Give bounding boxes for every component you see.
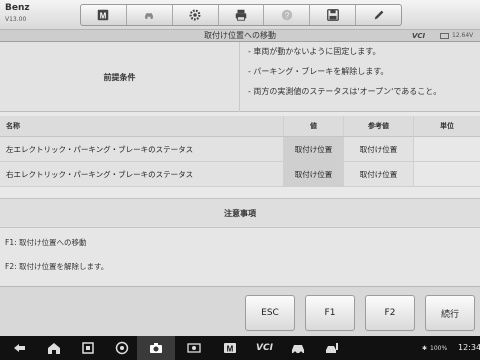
precondition-item: - 車両が動かないように固定します。 (248, 47, 381, 56)
swap-vehicle-button[interactable] (127, 5, 173, 25)
bluetooth-icon: ✱ (422, 344, 428, 352)
screenshot-button[interactable] (148, 340, 164, 356)
battery-status: 100% (430, 344, 448, 352)
row-value: 取付け位置 (284, 137, 344, 161)
table-row[interactable]: 右エレクトリック・パーキング・ブレーキのステータス 取付け位置 取付け位置 (0, 162, 480, 187)
car-service-icon (326, 343, 338, 353)
column-header-reference: 参考値 (344, 116, 414, 136)
preconditions-list: - 車両が動かないように固定します。 - パーキング・ブレーキを解除します。 -… (248, 47, 480, 107)
printer-icon (235, 9, 247, 21)
action-bar: ESC F1 F2 続行 (0, 286, 480, 336)
row-reference: 取付け位置 (344, 162, 414, 186)
house-icon (48, 343, 60, 354)
live-data-table: 名称 値 参考値 単位 左エレクトリック・パーキング・ブレーキのステータス 取付… (0, 116, 480, 187)
esc-button[interactable]: ESC (245, 295, 295, 331)
continue-button[interactable]: 続行 (425, 295, 475, 331)
row-unit (414, 162, 480, 186)
row-unit (414, 137, 480, 161)
camera-icon (150, 343, 162, 353)
vehicle-nav-button[interactable] (290, 340, 306, 356)
screen-record-button[interactable] (186, 340, 202, 356)
svg-text:?: ? (285, 11, 290, 20)
precondition-item: - 両方の実測値のステータスは'オープン'であること。 (248, 87, 442, 96)
edit-button[interactable] (356, 5, 401, 25)
row-value: 取付け位置 (284, 162, 344, 186)
recent-apps-icon (82, 342, 94, 354)
car-icon (292, 345, 304, 355)
toolbar: M ? (80, 4, 402, 26)
back-icon (14, 344, 25, 352)
maxisys-home-button[interactable]: M (222, 340, 238, 356)
svg-text:M: M (100, 12, 107, 21)
f2-button[interactable]: F2 (365, 295, 415, 331)
settings-button[interactable] (173, 5, 219, 25)
note-line: F1: 取付け位置への移動 (5, 238, 87, 247)
home-icon: M (98, 9, 109, 21)
service-nav-button[interactable] (324, 340, 340, 356)
table-row[interactable]: 左エレクトリック・パーキング・ブレーキのステータス 取付け位置 取付け位置 (0, 137, 480, 162)
app-header: Benz V13.00 M ? (0, 0, 480, 30)
battery-icon (440, 33, 449, 39)
globe-icon (115, 341, 129, 355)
f1-button[interactable]: F1 (305, 295, 355, 331)
recent-apps-button[interactable] (80, 340, 96, 356)
notes-title: 注意事項 (0, 198, 480, 228)
note-line: F2: 取付け位置を解除します。 (5, 262, 109, 271)
row-reference: 取付け位置 (344, 137, 414, 161)
vci-status-label: VCI (412, 32, 426, 40)
column-header-value: 値 (284, 116, 344, 136)
preconditions-panel: 前提条件 - 車両が動かないように固定します。 - パーキング・ブレーキを解除し… (0, 42, 480, 112)
print-button[interactable] (219, 5, 265, 25)
battery-voltage: 12.64V (452, 32, 474, 39)
back-button[interactable] (12, 340, 28, 356)
precondition-item: - パーキング・ブレーキを解除します。 (248, 67, 389, 76)
status-area: ✱ 100% (422, 336, 447, 360)
software-version: V13.00 (5, 16, 27, 23)
preconditions-label: 前提条件 (0, 42, 240, 112)
save-button[interactable] (310, 5, 357, 25)
help-icon: ? (281, 9, 293, 21)
maxisys-icon: M (224, 343, 236, 354)
screen-title-bar: 取付け位置への移動 VCI 12.64V (0, 30, 480, 42)
record-icon (187, 343, 201, 353)
swap-vehicle-icon (144, 13, 154, 19)
vci-nav-button[interactable]: VCI (256, 340, 273, 356)
row-name: 左エレクトリック・パーキング・ブレーキのステータス (0, 137, 284, 161)
system-nav-bar: M VCI ✱ 100% 12:34 (0, 336, 480, 360)
help-button[interactable]: ? (264, 5, 311, 25)
svg-text:M: M (227, 345, 234, 354)
gear-icon (189, 9, 201, 21)
pencil-icon (374, 10, 383, 20)
notes-panel: F1: 取付け位置への移動 F2: 取付け位置を解除します。 (0, 229, 480, 286)
home-button[interactable]: M (81, 5, 127, 25)
home-system-button[interactable] (46, 340, 62, 356)
row-name: 右エレクトリック・パーキング・ブレーキのステータス (0, 162, 284, 186)
table-header-row: 名称 値 参考値 単位 (0, 116, 480, 137)
column-header-name: 名称 (0, 116, 284, 136)
system-clock: 12:34 (458, 343, 480, 352)
screen-title: 取付け位置への移動 (204, 31, 276, 40)
vehicle-brand: Benz (5, 3, 30, 13)
browser-button[interactable] (114, 340, 130, 356)
column-header-unit: 単位 (440, 122, 454, 130)
save-icon (326, 9, 339, 21)
